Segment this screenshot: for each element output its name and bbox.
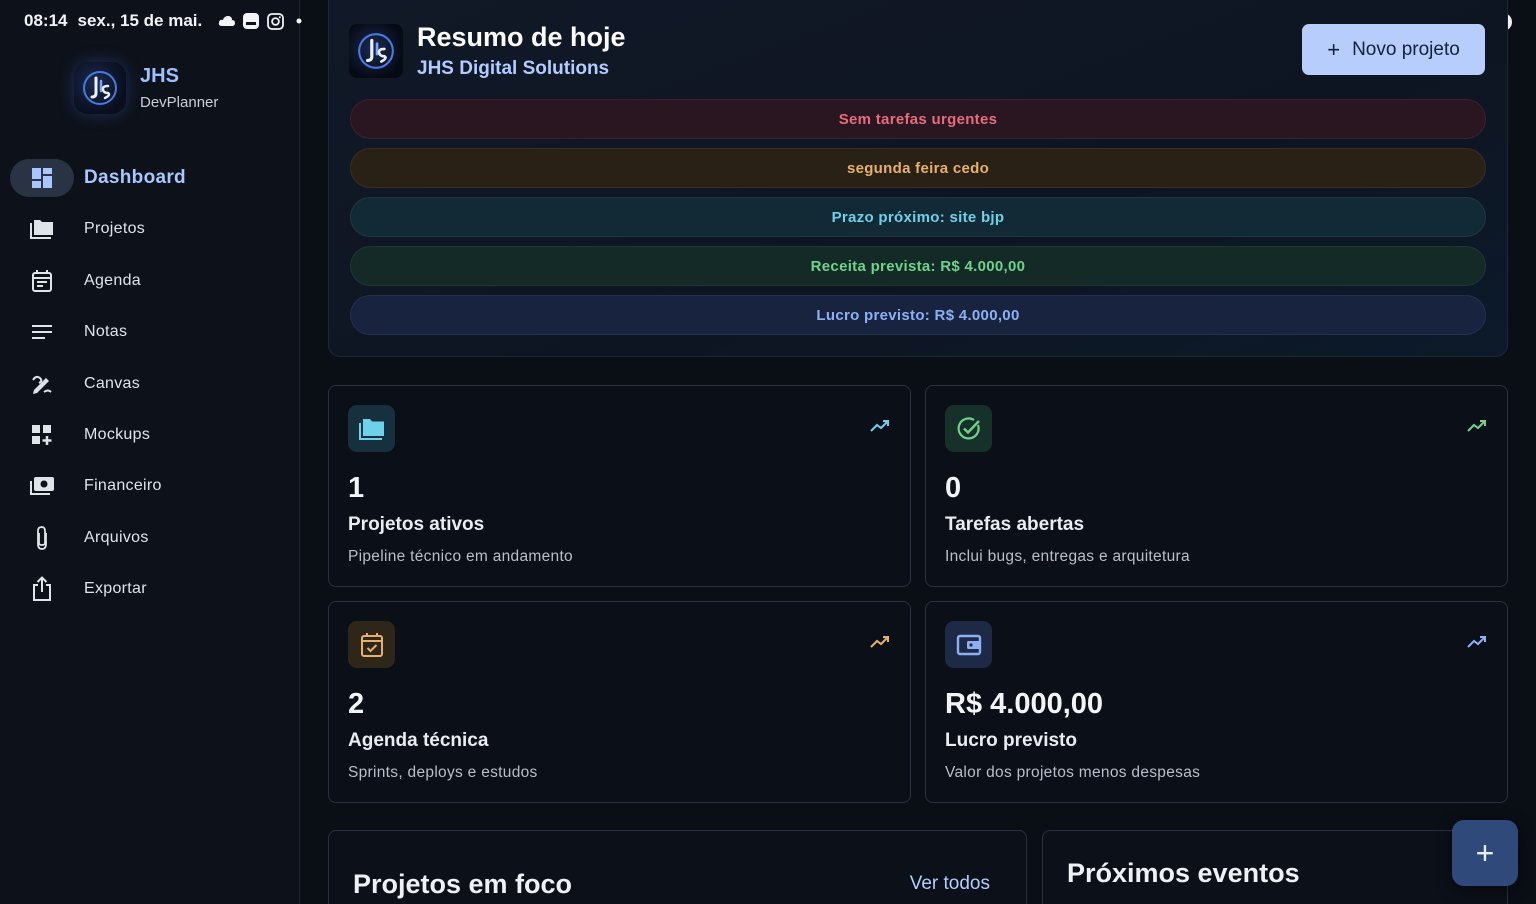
stat-label: Projetos ativos <box>348 514 485 535</box>
page-title: Resumo de hoje <box>417 22 626 52</box>
sidebar-item-label: Arquivos <box>84 528 149 546</box>
brand-subtitle: DevPlanner <box>140 94 219 111</box>
sidebar-nav: Dashboard Projetos Agenda Notas Canvas M… <box>10 159 290 622</box>
cloud-icon <box>218 12 236 30</box>
share-icon <box>10 570 74 608</box>
revenue-pill: Receita prevista: R$ 4.000,00 <box>350 246 1486 286</box>
sidebar-item-label: Mockups <box>84 425 151 443</box>
sidebar-item-label: Financeiro <box>84 477 162 495</box>
dot-icon <box>290 12 308 30</box>
brand: JHS DevPlanner <box>74 62 218 114</box>
trending-up-icon <box>1467 419 1487 437</box>
pill-text: Receita prevista: R$ 4.000,00 <box>810 257 1026 275</box>
sidebar-item-financeiro[interactable]: Financeiro <box>10 467 290 505</box>
sidebar-item-label: Canvas <box>84 374 141 392</box>
stat-description: Inclui bugs, entregas e arquitetura <box>945 548 1190 565</box>
pill-text: Sem tarefas urgentes <box>838 110 998 128</box>
stat-description: Sprints, deploys e estudos <box>348 764 538 781</box>
new-project-button[interactable]: + Novo projeto <box>1302 24 1485 75</box>
status-bar-left: 08:14 sex., 15 de mai. <box>24 11 308 31</box>
company-logo <box>349 24 403 78</box>
sidebar-item-agenda[interactable]: Agenda <box>10 262 290 300</box>
sidebar-item-mockups[interactable]: Mockups <box>10 416 290 454</box>
deadline-pill: Prazo próximo: site bjp <box>350 197 1486 237</box>
status-time: 08:14 <box>24 11 68 30</box>
instagram-icon <box>266 12 284 30</box>
stat-value: 1 <box>348 472 365 504</box>
calendar-check-icon <box>348 621 395 668</box>
sidebar-item-label: Projetos <box>84 220 146 238</box>
stat-value: 0 <box>945 472 962 504</box>
sidebar-item-label: Dashboard <box>84 167 186 188</box>
reminder-pill: segunda feira cedo <box>350 148 1486 188</box>
summary-card: Resumo de hoje JHS Digital Solutions + N… <box>328 0 1508 357</box>
notes-icon <box>10 313 74 351</box>
pill-text: segunda feira cedo <box>846 159 990 177</box>
upcoming-events-title: Próximos eventos <box>1067 858 1300 888</box>
stat-label: Lucro previsto <box>945 730 1077 751</box>
brand-logo <box>74 62 126 114</box>
trending-up-icon <box>1467 635 1487 653</box>
stat-description: Pipeline técnico em andamento <box>348 548 573 565</box>
calendar-icon <box>10 262 74 300</box>
sidebar-item-notas[interactable]: Notas <box>10 313 290 351</box>
status-date: sex., 15 de mai. <box>77 11 203 30</box>
sidebar-item-label: Agenda <box>84 271 141 289</box>
stat-card-projects[interactable]: 1 Projetos ativos Pipeline técnico em an… <box>328 385 911 587</box>
stat-description: Valor dos projetos menos despesas <box>945 764 1201 781</box>
sidebar: JHS DevPlanner Dashboard Projetos Agenda <box>0 0 300 904</box>
trending-up-icon <box>870 419 890 437</box>
pill-text: Lucro previsto: R$ 4.000,00 <box>816 306 1020 324</box>
stat-card-profit[interactable]: R$ 4.000,00 Lucro previsto Valor dos pro… <box>925 601 1508 803</box>
upcoming-events-card: Próximos eventos <box>1042 830 1508 904</box>
folder-icon <box>348 405 395 452</box>
sidebar-item-dashboard[interactable]: Dashboard <box>10 159 290 197</box>
sidebar-item-projetos[interactable]: Projetos <box>10 210 290 248</box>
new-project-label: Novo projeto <box>1352 38 1460 60</box>
folders-icon <box>10 210 74 248</box>
stat-value: R$ 4.000,00 <box>945 688 1104 720</box>
add-fab-button[interactable]: + <box>1452 820 1518 886</box>
widgets-icon <box>10 416 74 454</box>
profit-pill: Lucro previsto: R$ 4.000,00 <box>350 295 1486 335</box>
stat-card-agenda[interactable]: 2 Agenda técnica Sprints, deploys e estu… <box>328 601 911 803</box>
draw-icon <box>10 365 74 403</box>
pill-text: Prazo próximo: site bjp <box>831 208 1005 226</box>
dashboard-icon <box>10 159 74 197</box>
sidebar-item-arquivos[interactable]: Arquivos <box>10 519 290 557</box>
brand-name: JHS <box>140 65 179 87</box>
payments-icon <box>10 467 74 505</box>
urgent-tasks-pill: Sem tarefas urgentes <box>350 99 1486 139</box>
plus-icon: + <box>1327 36 1341 62</box>
sidebar-item-label: Notas <box>84 323 128 341</box>
stat-card-tasks[interactable]: 0 Tarefas abertas Inclui bugs, entregas … <box>925 385 1508 587</box>
see-all-link[interactable]: Ver todos <box>910 873 990 895</box>
projects-focus-title: Projetos em foco <box>353 869 573 899</box>
sidebar-item-label: Exportar <box>84 580 147 598</box>
chat-icon <box>242 12 260 30</box>
projects-focus-card: Projetos em foco Ver todos <box>328 830 1027 904</box>
stat-label: Agenda técnica <box>348 730 489 751</box>
attachment-icon <box>10 519 74 557</box>
sidebar-item-exportar[interactable]: Exportar <box>10 570 290 608</box>
wallet-icon <box>945 621 992 668</box>
trending-up-icon <box>870 635 890 653</box>
check-circle-icon <box>945 405 992 452</box>
stat-label: Tarefas abertas <box>945 514 1085 535</box>
company-name: JHS Digital Solutions <box>417 58 610 79</box>
sidebar-item-canvas[interactable]: Canvas <box>10 365 290 403</box>
stat-value: 2 <box>348 688 365 720</box>
